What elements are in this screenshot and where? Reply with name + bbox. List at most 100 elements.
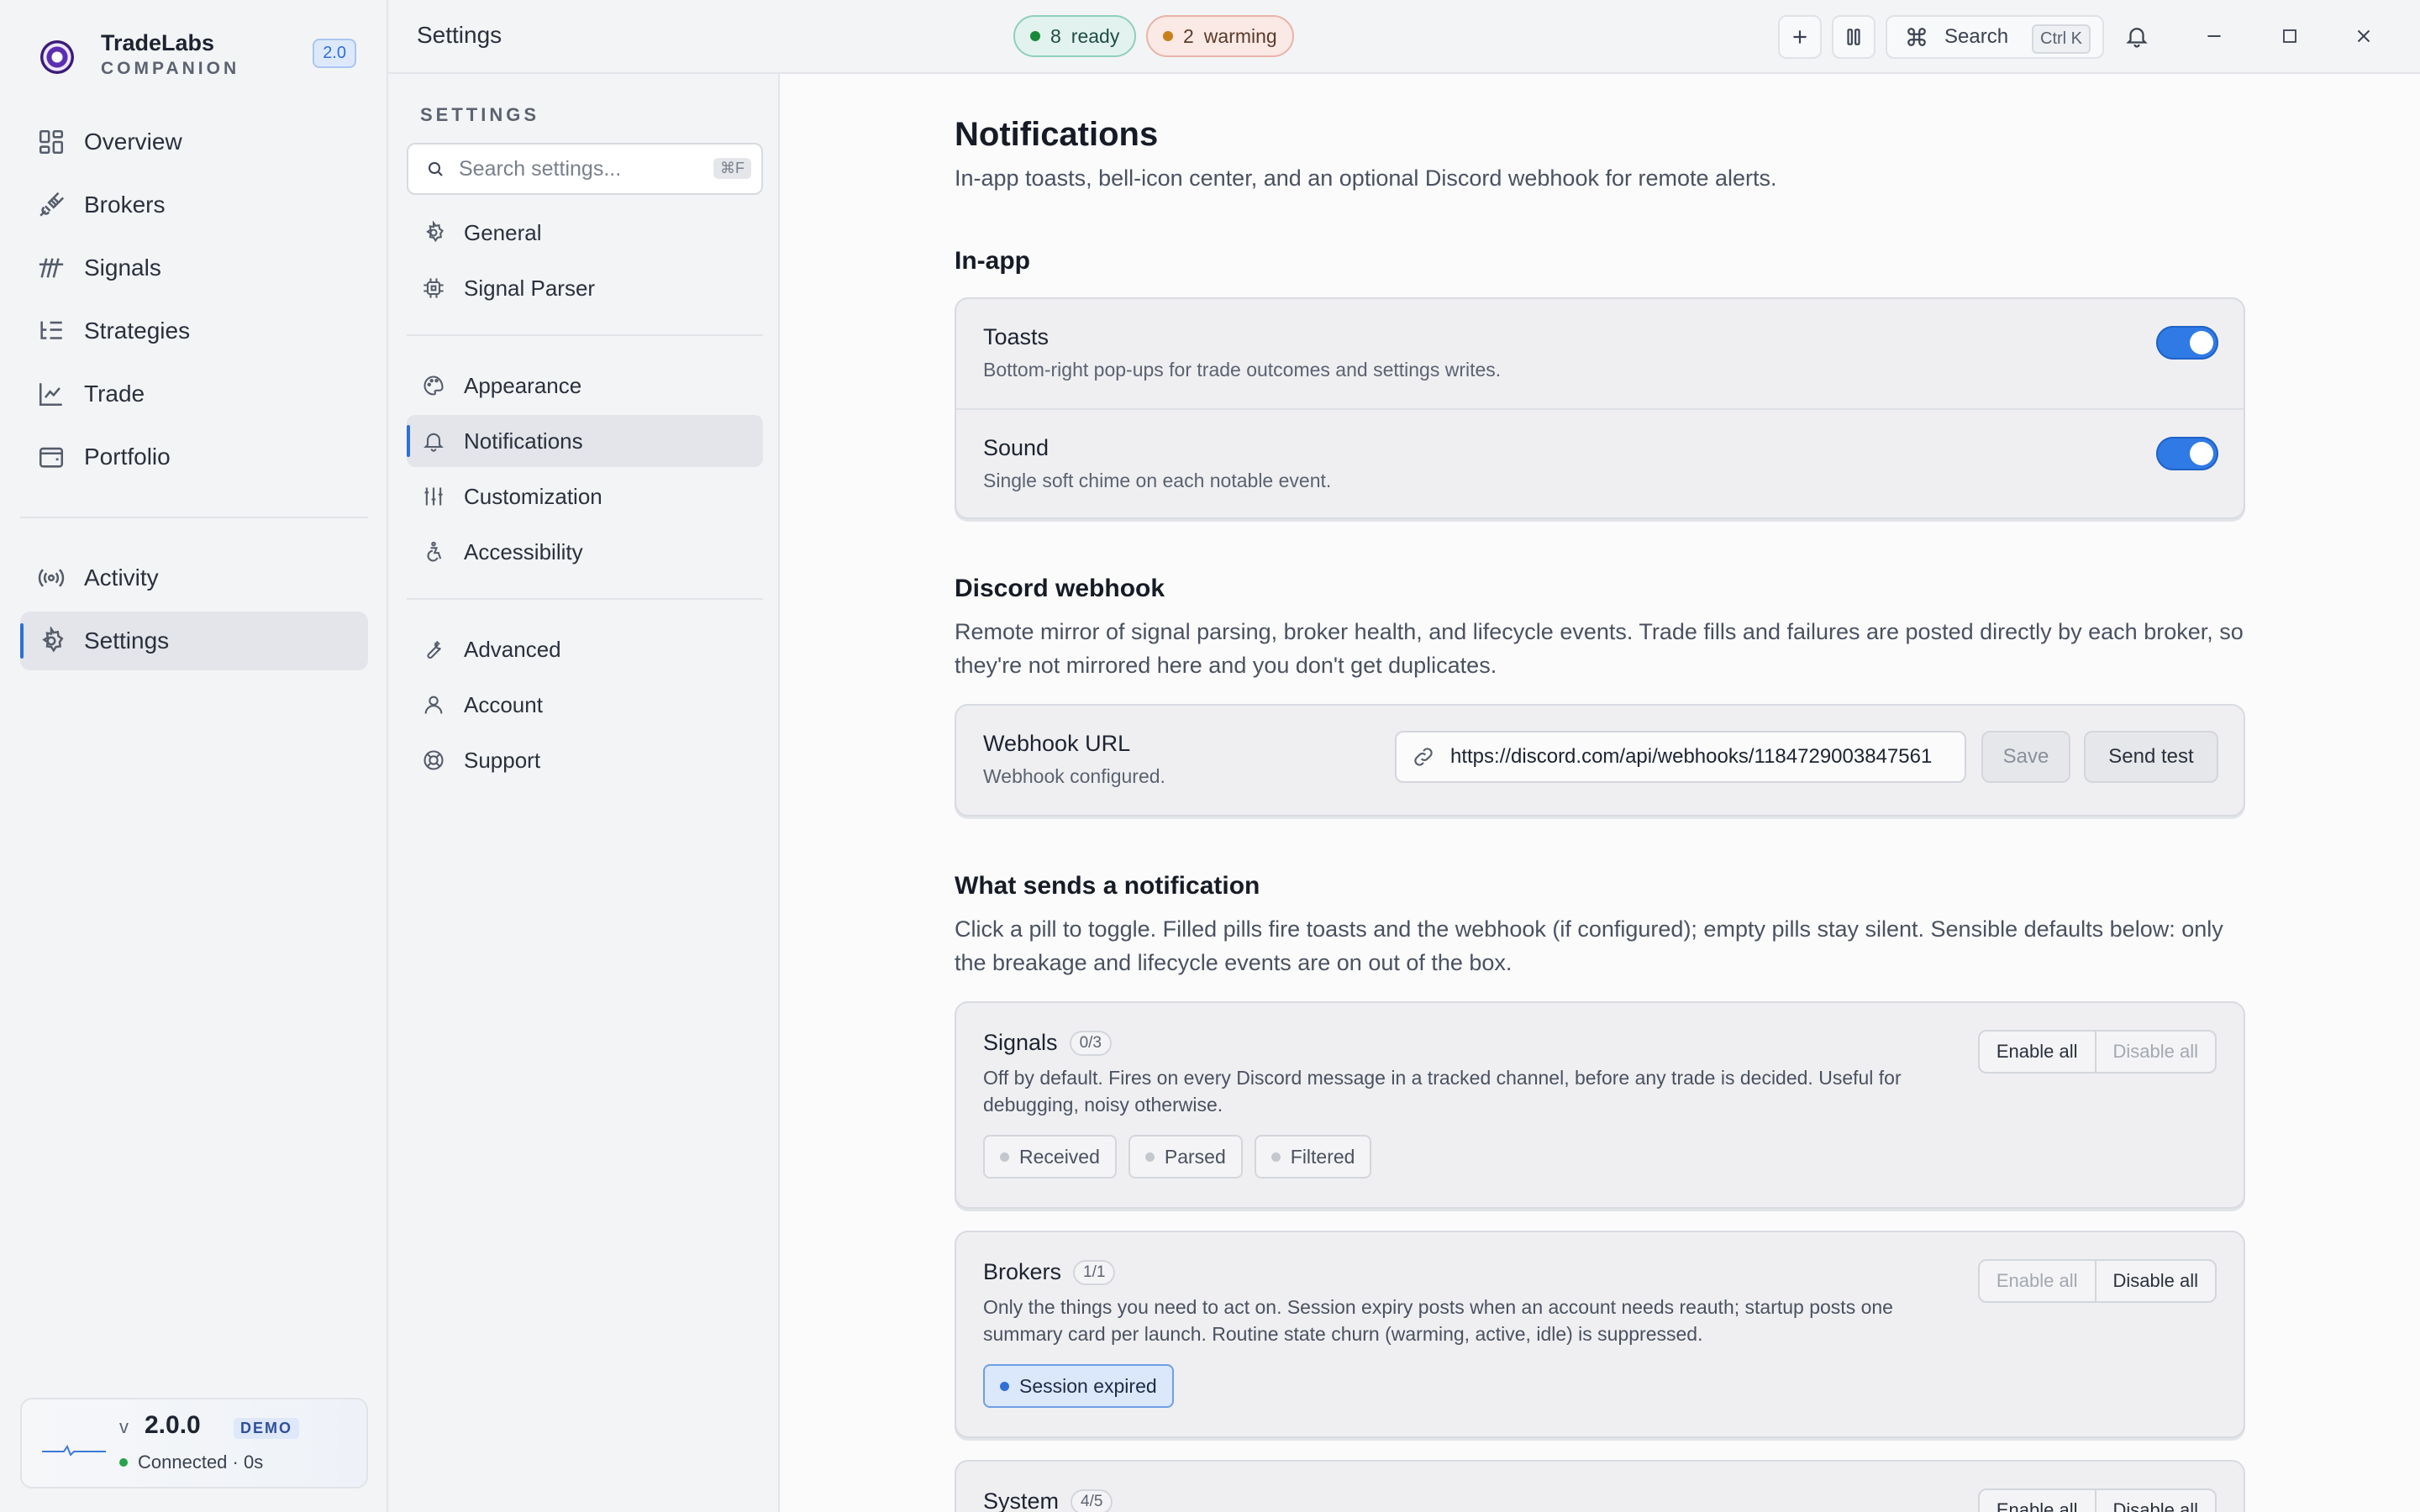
event-chip-filtered[interactable]: Filtered (1254, 1135, 1372, 1179)
settings-item-appearance[interactable]: Appearance (407, 360, 763, 412)
settings-divider (407, 334, 763, 336)
nav-item-settings[interactable]: Settings (20, 612, 368, 670)
warming-label: warming (1203, 24, 1277, 47)
split-view-button[interactable] (1832, 15, 1876, 59)
event-chip-received[interactable]: Received (983, 1135, 1117, 1179)
gear-icon (37, 627, 66, 655)
enable-all-button[interactable]: Enable all (1980, 1261, 2095, 1301)
system-events-card: System 4/5 Enable all Disable all (955, 1460, 2245, 1512)
enable-all-button[interactable]: Enable all (1980, 1032, 2095, 1072)
disable-all-button[interactable]: Disable all (2094, 1490, 2215, 1512)
close-icon (2357, 29, 2370, 43)
signals-events-card: Signals 0/3 Off by default. Fires on eve… (955, 1001, 2245, 1209)
disable-all-button[interactable]: Disable all (2094, 1032, 2215, 1072)
settings-item-signal-parser[interactable]: Signal Parser (407, 262, 763, 314)
group-count-badge: 0/3 (1069, 1030, 1112, 1056)
chip-label: Filtered (1290, 1145, 1355, 1168)
add-button[interactable] (1778, 15, 1822, 59)
notifications-bell-button[interactable] (2118, 17, 2156, 55)
sound-label: Sound (983, 435, 1050, 460)
nav-item-strategies[interactable]: Strategies (20, 302, 368, 360)
nav-item-activity[interactable]: Activity (20, 549, 368, 607)
sound-hint: Single soft chime on each notable event. (983, 470, 1332, 491)
connection-status-card[interactable]: v 2.0.0 DEMO Connected · 0s (20, 1398, 368, 1488)
settings-item-accessibility[interactable]: Accessibility (407, 526, 763, 578)
top-bar: Settings 8 ready 2 warming Search Ctrl K (388, 0, 2420, 74)
connection-status: Connected · 0s (138, 1452, 264, 1473)
enable-all-button[interactable]: Enable all (1980, 1490, 2095, 1512)
event-chip-parsed[interactable]: Parsed (1128, 1135, 1243, 1179)
event-chip-session-expired[interactable]: Session expired (983, 1364, 1174, 1408)
settings-item-account[interactable]: Account (407, 679, 763, 731)
wallet-icon (37, 443, 66, 471)
connected-dot (119, 1458, 128, 1467)
nav-item-overview[interactable]: Overview (20, 113, 368, 171)
wrench-icon (422, 638, 445, 661)
sound-toggle[interactable] (2156, 437, 2218, 470)
settings-item-general[interactable]: General (407, 207, 763, 259)
settings-item-label: General (464, 219, 542, 245)
nav-item-signals[interactable]: Signals (20, 239, 368, 297)
event-chips: Session expired (983, 1364, 2217, 1408)
signals-group: Signals 0/3 Off by default. Fires on eve… (956, 1003, 2244, 1207)
save-button[interactable]: Save (1981, 731, 2070, 783)
link-icon (1412, 745, 1435, 769)
toasts-label: Toasts (983, 324, 1050, 349)
version-badge: 2.0 (313, 39, 356, 68)
nav-label: Settings (84, 627, 170, 654)
close-button[interactable] (2344, 17, 2383, 55)
nav-item-portfolio[interactable]: Portfolio (20, 428, 368, 486)
command-icon (1907, 28, 1926, 46)
send-test-button[interactable]: Send test (2084, 731, 2218, 783)
command-search-button[interactable]: Search Ctrl K (1886, 15, 2104, 59)
disable-all-button[interactable]: Disable all (2094, 1261, 2215, 1301)
search-icon (429, 162, 443, 176)
nav-label: Brokers (84, 192, 166, 218)
brokers-group: Brokers 1/1 Only the things you need to … (956, 1232, 2244, 1436)
toasts-toggle[interactable] (2156, 326, 2218, 360)
nav-label: Overview (84, 129, 182, 155)
nav-item-trade[interactable]: Trade (20, 365, 368, 423)
ready-status-pill[interactable]: 8 ready (1013, 15, 1137, 57)
settings-item-support[interactable]: Support (407, 734, 763, 786)
group-description: Only the things you need to act on. Sess… (983, 1296, 1893, 1345)
webhook-description: Remote mirror of signal parsing, broker … (955, 619, 2244, 678)
lifebuoy-icon (422, 748, 445, 772)
webhook-url-value: https://discord.com/api/webhooks/1184729… (1450, 745, 1933, 768)
brokers-events-card: Brokers 1/1 Only the things you need to … (955, 1231, 2245, 1438)
nav-label: Signals (84, 255, 161, 281)
chip-dot (1000, 1381, 1009, 1391)
inapp-section-title: In-app (955, 247, 1030, 275)
window-title: Settings (417, 22, 502, 48)
ready-count: 8 (1050, 24, 1061, 47)
palette-icon (422, 374, 445, 397)
nav-item-brokers[interactable]: Brokers (20, 176, 368, 234)
bell-icon (422, 429, 445, 453)
settings-item-label: Account (464, 691, 543, 717)
bulk-toggle-group: Enable all Disable all (1977, 1030, 2217, 1074)
warming-status-pill[interactable]: 2 warming (1146, 15, 1294, 57)
nav-divider (20, 517, 368, 518)
events-section-title: What sends a notification (955, 872, 1260, 900)
nav-label: Activity (84, 564, 159, 591)
settings-content: Notifications In-app toasts, bell-icon c… (780, 74, 2420, 1512)
settings-item-label: Notifications (464, 428, 583, 454)
minimize-button[interactable] (2195, 17, 2233, 55)
maximize-button[interactable] (2270, 17, 2309, 55)
webhook-url-input[interactable]: https://discord.com/api/webhooks/1184729… (1395, 731, 1966, 783)
search-label: Search (1944, 25, 2009, 48)
webhook-section-title: Discord webhook (955, 575, 1165, 602)
events-description: Click a pill to toggle. Filled pills fir… (955, 916, 2223, 975)
settings-item-advanced[interactable]: Advanced (407, 623, 763, 675)
settings-search-input[interactable]: Search settings... ⌘F (407, 143, 763, 195)
chip-icon (422, 276, 445, 300)
group-description: Off by default. Fires on every Discord m… (983, 1067, 1902, 1116)
brand: TradeLabs COMPANION 2.0 (40, 30, 368, 78)
settings-item-customization[interactable]: Customization (407, 470, 763, 522)
minimize-icon (2207, 35, 2221, 37)
plus-icon (1793, 30, 1807, 44)
page-title: Notifications (955, 116, 1159, 153)
primary-nav: Overview Brokers Signals Strategies Trad… (20, 113, 368, 675)
grid-icon (37, 128, 66, 156)
settings-item-notifications[interactable]: Notifications (407, 415, 763, 467)
